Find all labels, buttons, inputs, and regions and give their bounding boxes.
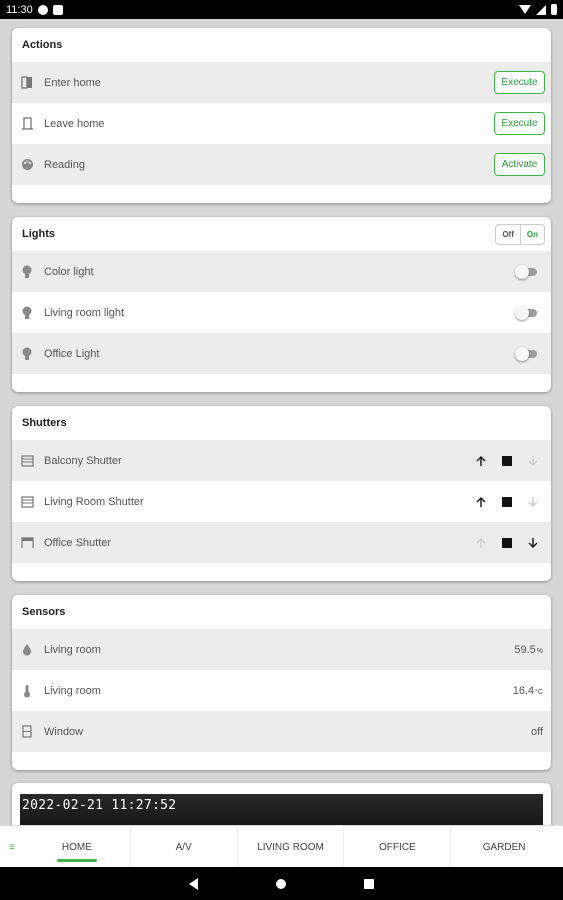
door-exit-icon [20,117,34,131]
status-time: 11:30 [6,3,33,16]
action-label: Leave home [44,117,105,130]
shutters-card: Shutters Balcony Shutter Living Room Shu… [12,406,551,581]
stop-button[interactable] [501,537,513,549]
wifi-icon [519,5,531,14]
back-icon[interactable] [189,877,198,890]
execute-button[interactable]: Execute [494,71,545,94]
tab-garden[interactable]: GARDEN [451,826,557,868]
door-enter-icon [20,76,34,90]
light-toggle[interactable] [515,346,539,362]
room-tab-bar: ≡ HOME A/V LIVING ROOM OFFICE GARDEN [0,825,563,868]
light-toggle[interactable] [515,264,539,280]
stop-button[interactable] [501,496,513,508]
card-title-text: Sensors [22,606,66,618]
shutter-label: Office Shutter [44,536,112,549]
tab-home[interactable]: HOME [24,826,131,868]
shutter-label: Living Room Shutter [44,495,144,508]
light-label: Living room light [44,306,125,319]
sensor-row-window: Window off [12,711,551,752]
sensor-value: 16.4°C [512,684,543,697]
sensor-value: off [530,725,543,738]
tab-office[interactable]: OFFICE [344,826,452,868]
actions-card: Actions Enter home Execute Leave home Ex… [12,28,551,203]
signal-icon [536,4,546,15]
camera-timestamp: 2022-02-21 11:27:52 [22,798,177,813]
app-notification-icon [37,4,48,15]
menu-icon[interactable]: ≡ [0,826,24,868]
sensor-label: Window [44,725,84,738]
sensors-card: Sensors Living room 59.5% Living room 16… [12,595,551,770]
sensors-title: Sensors [12,595,551,629]
arrow-up-icon[interactable] [475,537,487,549]
action-row-leave-home: Leave home Execute [12,103,551,144]
arrow-down-icon[interactable] [527,496,539,508]
sensor-label: Living room [44,684,101,697]
thermometer-icon [20,684,34,698]
shutter-row-living-room: Living Room Shutter [12,481,551,522]
shutter-row-office: Office Shutter [12,522,551,563]
card-title-text: Shutters [22,417,67,429]
all-lights-on-button[interactable]: On [521,225,544,244]
arrow-up-icon[interactable] [475,455,487,467]
dashboard-scroll-area[interactable]: Actions Enter home Execute Leave home Ex… [0,19,563,825]
arrow-down-icon[interactable] [527,455,539,467]
home-icon[interactable] [276,878,286,889]
sensor-unit: °C [535,688,543,696]
recent-apps-icon[interactable] [364,878,374,889]
actions-title: Actions [12,28,551,62]
shutter-open-icon [20,536,34,550]
bulb-icon [20,265,34,279]
sensor-label: Living room [44,643,101,656]
all-lights-segmented-control: Off On [495,223,545,245]
sensor-unit: % [536,647,543,655]
card-title-text: Lights [22,228,55,240]
action-row-reading: Reading Activate [12,144,551,185]
battery-icon [551,4,557,15]
sensor-row-humidity: Living room 59.5% [12,629,551,670]
camera-feed[interactable]: 2022-02-21 11:27:52 [20,794,543,825]
execute-button[interactable]: Execute [494,112,545,135]
action-row-enter-home: Enter home Execute [12,62,551,103]
light-label: Office Light [44,347,100,360]
lights-title: Lights Off On [12,217,551,251]
card-title-text: Actions [22,39,63,51]
activate-button[interactable]: Activate [494,153,545,176]
sensor-value: 59.5% [514,643,543,656]
window-icon [20,725,34,739]
bulb-icon [20,347,34,361]
light-label: Color light [44,265,94,278]
light-row-living-room: Living room light [12,292,551,333]
palette-icon [20,158,34,172]
lights-card: Lights Off On Color light Living room li… [12,217,551,392]
shutter-row-balcony: Balcony Shutter [12,440,551,481]
tab-living-room[interactable]: LIVING ROOM [238,826,345,868]
tab-av[interactable]: A/V [131,826,238,868]
bulb-icon [20,306,34,320]
shutter-label: Balcony Shutter [44,454,122,467]
humidity-icon [20,643,34,657]
system-navigation-bar [0,867,563,900]
light-row-office: Office Light [12,333,551,374]
all-lights-off-button[interactable]: Off [496,224,521,244]
arrow-up-icon[interactable] [475,496,487,508]
action-label: Reading [44,158,85,171]
sd-card-icon [52,4,63,15]
action-label: Enter home [44,76,101,89]
stop-button[interactable] [501,455,513,467]
status-bar: 11:30 [0,0,563,19]
shutters-title: Shutters [12,406,551,440]
light-row-color: Color light [12,251,551,292]
shutter-closed-icon [20,454,34,468]
sensor-row-temperature: Living room 16.4°C [12,670,551,711]
shutter-closed-icon [20,495,34,509]
light-toggle[interactable] [515,305,539,321]
arrow-down-icon[interactable] [527,537,539,549]
